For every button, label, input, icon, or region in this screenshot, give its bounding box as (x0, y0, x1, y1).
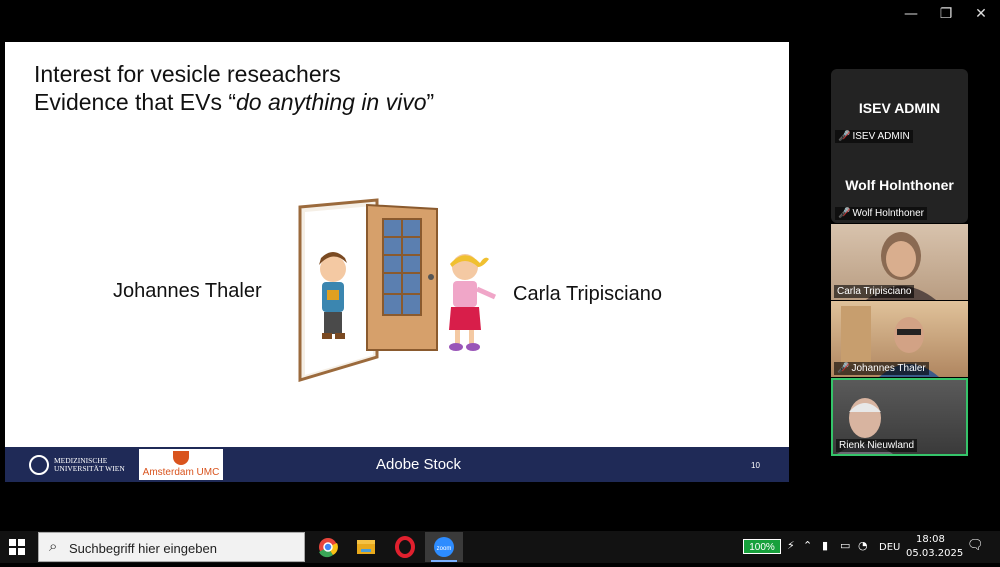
participant-name: ISEV ADMIN (858, 100, 941, 116)
video-label: Rienk Nieuwland (836, 439, 918, 452)
video-label: Carla Tripisciano (834, 285, 915, 298)
taskbar: ⌕ Suchbegriff hier eingeben zoom 100% ⚡ … (0, 531, 1000, 563)
door-illustration (298, 198, 497, 382)
windows-start-icon[interactable] (9, 539, 25, 555)
clock-date[interactable]: 05.03.2025 (906, 548, 963, 559)
amc-text: Amsterdam UMC (142, 467, 220, 478)
usb-device-icon[interactable]: ▮ (822, 539, 828, 552)
zoom-icon-label: zoom (437, 546, 452, 552)
battery-icon[interactable]: ▭ (840, 539, 850, 552)
opera-icon[interactable] (386, 532, 424, 562)
power-plug-icon: ⚡ (787, 539, 795, 552)
name-left: Johannes Thaler (113, 280, 262, 302)
clock-time[interactable]: 18:08 (916, 534, 945, 545)
chrome-icon[interactable] (309, 532, 347, 562)
video-tile-rienk-active-speaker[interactable]: Rienk Nieuwland (831, 378, 968, 456)
show-hidden-icons-button[interactable]: ⌃ (803, 539, 812, 552)
name-right: Carla Tripisciano (513, 283, 662, 305)
meduni-line2: UNIVERSITÄT WIEN (54, 464, 125, 473)
meduni-seal-icon (29, 455, 49, 475)
amsterdam-umc-logo: Amsterdam UMC (139, 449, 223, 480)
mic-muted-icon: 🎤̸ (838, 131, 851, 142)
taskbar-search-box[interactable]: ⌕ Suchbegriff hier eingeben (38, 532, 305, 562)
slide-number: 10 (751, 461, 760, 470)
wifi-icon[interactable]: ◔ (858, 539, 868, 552)
search-icon: ⌕ (49, 537, 58, 555)
image-credit: Adobe Stock (376, 456, 462, 473)
participant-name: Wolf Holnthoner (845, 177, 954, 193)
slide-title: Interest for vesicle reseachers Evidence… (34, 60, 434, 116)
participant-label: 🎤̸ ISEV ADMIN (835, 130, 913, 143)
file-explorer-icon[interactable] (347, 532, 385, 562)
notification-center-icon[interactable]: 🗨 (967, 538, 984, 553)
mic-muted-icon: 🎤̸ (838, 208, 851, 219)
battery-indicator[interactable]: 100% (743, 539, 781, 554)
slide-title-line1: Interest for vesicle reseachers (34, 61, 341, 87)
video-label: 🎤̸ Johannes Thaler (834, 362, 929, 375)
meduni-logo: MEDIZINISCHE UNIVERSITÄT WIEN (29, 455, 125, 475)
video-tile-johannes[interactable]: 🎤̸ Johannes Thaler (831, 301, 968, 377)
mic-muted-icon: 🎤̸ (837, 363, 850, 374)
participants-panel: ISEV ADMIN 🎤̸ ISEV ADMIN Wolf Holnthoner… (831, 69, 968, 223)
shared-slide: Interest for vesicle reseachers Evidence… (5, 42, 789, 482)
slide-title-line2: Evidence that EVs “do anything in vivo” (34, 89, 435, 115)
search-placeholder: Suchbegriff hier eingeben (69, 541, 217, 556)
participant-label: 🎤̸ Wolf Holnthoner (835, 207, 927, 220)
slide-footer: MEDIZINISCHE UNIVERSITÄT WIEN Amsterdam … (5, 447, 789, 482)
amc-mark-icon (173, 451, 189, 465)
video-tile-carla[interactable]: Carla Tripisciano (831, 224, 968, 300)
minimize-button[interactable]: — (896, 6, 926, 22)
zoom-icon[interactable]: zoom (425, 532, 463, 562)
restore-button[interactable]: ❐ (931, 6, 961, 22)
language-indicator[interactable]: DEU (879, 542, 900, 553)
close-button[interactable]: ✕ (966, 6, 996, 22)
